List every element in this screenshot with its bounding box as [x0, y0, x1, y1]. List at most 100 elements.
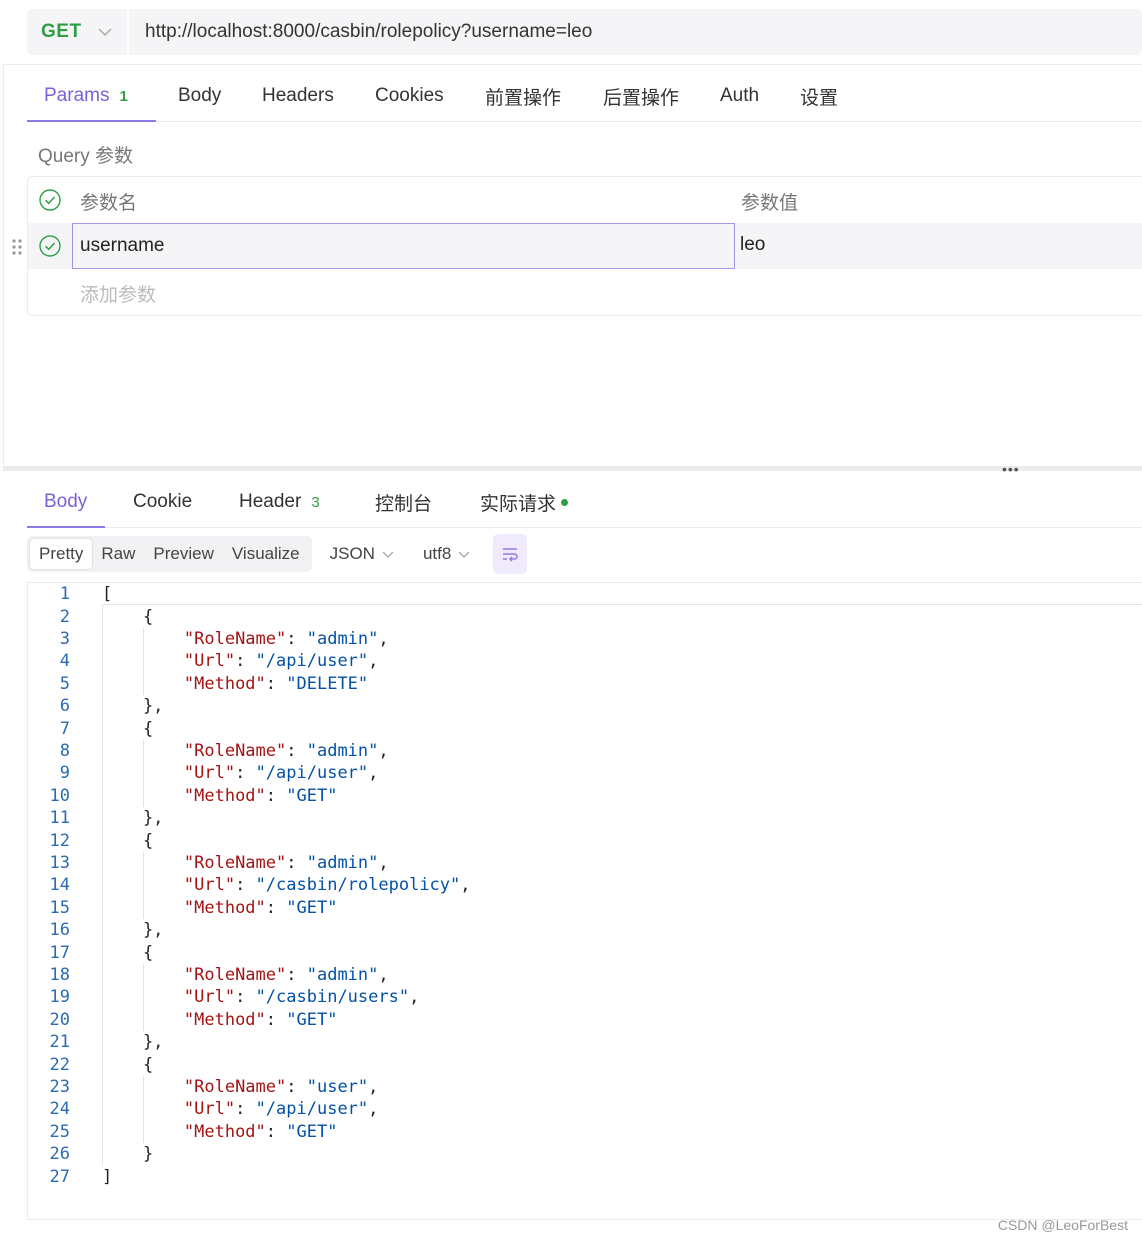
- line-number: 2: [59, 606, 70, 627]
- tab-label: Header: [239, 491, 302, 512]
- code-line: 6 },: [28, 695, 1142, 717]
- header-value: 参数值: [741, 193, 799, 214]
- code-text: "Url": "/casbin/users",: [183, 987, 420, 1008]
- line-number: 21: [49, 1032, 70, 1053]
- request-tabs: Params 1 Body Headers Cookies 前置操作 后置操作 …: [27, 70, 1142, 122]
- line-number: 7: [59, 718, 70, 739]
- view-visualize[interactable]: Visualize: [223, 539, 309, 569]
- url-bar: GET http://localhost:8000/casbin/rolepol…: [27, 9, 1142, 55]
- pane-resize-handle[interactable]: [3, 466, 1142, 471]
- tab-response-header[interactable]: Header 3: [239, 476, 320, 528]
- code-line: 21 },: [28, 1031, 1142, 1053]
- line-number: 22: [49, 1054, 70, 1075]
- code-text: [: [102, 584, 113, 605]
- url-input[interactable]: http://localhost:8000/casbin/rolepolicy?…: [129, 21, 592, 43]
- code-text: "RoleName": "admin",: [183, 740, 389, 761]
- code-line: 14 "Url": "/casbin/rolepolicy",: [28, 874, 1142, 896]
- code-text: },: [102, 920, 164, 941]
- format-select[interactable]: JSON: [330, 544, 395, 564]
- check-circle-icon[interactable]: [39, 189, 61, 211]
- code-line: 10 "Method": "GET": [28, 785, 1142, 807]
- header-name: 参数名: [80, 193, 138, 214]
- code-line: 1[: [28, 583, 1142, 605]
- line-number: 16: [49, 920, 70, 941]
- encoding-select[interactable]: utf8: [423, 544, 471, 564]
- param-value-input[interactable]: leo: [740, 234, 765, 256]
- line-number: 9: [59, 763, 70, 784]
- code-line: 17 {: [28, 941, 1142, 963]
- method-select[interactable]: GET: [27, 9, 129, 55]
- code-line: 24 "Url": "/api/user",: [28, 1098, 1142, 1120]
- add-param-input[interactable]: 添加参数: [80, 280, 156, 307]
- code-text: },: [102, 696, 164, 717]
- view-pretty[interactable]: Pretty: [30, 539, 93, 569]
- more-dots-icon[interactable]: •••: [1002, 461, 1020, 477]
- drag-handle-icon[interactable]: [10, 238, 24, 256]
- param-key-input[interactable]: username: [72, 223, 735, 269]
- table-header: 参数名 参数值: [28, 177, 1142, 223]
- code-line: 16 },: [28, 919, 1142, 941]
- code-text: "RoleName": "admin",: [183, 964, 389, 985]
- tab-pre-request[interactable]: 前置操作: [485, 70, 561, 122]
- line-number: 17: [49, 942, 70, 963]
- tab-body[interactable]: Body: [178, 70, 221, 122]
- tab-response-body[interactable]: Body: [44, 476, 87, 528]
- code-text: ]: [102, 1166, 113, 1187]
- tab-cookies[interactable]: Cookies: [375, 70, 444, 122]
- line-number: 23: [49, 1076, 70, 1097]
- response-body-viewer[interactable]: 1[2 {3 "RoleName": "admin", 4 "Url": "/ap…: [27, 582, 1142, 1220]
- code-line: 4 "Url": "/api/user",: [28, 650, 1142, 672]
- encoding-label: utf8: [422, 544, 452, 563]
- view-raw[interactable]: Raw: [92, 539, 144, 569]
- tab-settings[interactable]: 设置: [800, 70, 838, 122]
- tab-params[interactable]: Params 1: [44, 70, 128, 122]
- active-tab-indicator: [27, 526, 105, 528]
- code-text: "Method": "GET": [183, 785, 338, 806]
- tab-auth[interactable]: Auth: [720, 70, 759, 122]
- watermark: CSDN @LeoForBest: [997, 1217, 1128, 1233]
- line-number: 26: [49, 1144, 70, 1165]
- check-circle-icon[interactable]: [39, 235, 61, 257]
- code-line: 18 "RoleName": "admin",: [28, 964, 1142, 986]
- code-text: {: [102, 1054, 154, 1075]
- tab-headers[interactable]: Headers: [262, 70, 334, 122]
- code-line: 26 }: [28, 1143, 1142, 1165]
- tab-post-request[interactable]: 后置操作: [603, 70, 679, 122]
- indent-guide: [102, 605, 103, 1166]
- line-number: 19: [49, 987, 70, 1008]
- code-line: 7 {: [28, 717, 1142, 739]
- word-wrap-button[interactable]: [493, 534, 528, 574]
- code-text: {: [102, 718, 154, 739]
- line-number: 15: [49, 897, 70, 918]
- code-text: {: [102, 830, 154, 851]
- format-label: JSON: [329, 544, 375, 563]
- line-number: 8: [59, 740, 70, 761]
- code-line: 2 {: [28, 605, 1142, 627]
- param-key: username: [80, 235, 165, 256]
- code-text: "RoleName": "admin",: [183, 628, 389, 649]
- line-number: 6: [59, 696, 70, 717]
- count-badge: 3: [311, 493, 320, 511]
- line-number: 3: [59, 628, 70, 649]
- code-text: "RoleName": "admin",: [183, 852, 389, 873]
- code-line: 15 "Method": "GET": [28, 897, 1142, 919]
- tab-label: 实际请求: [480, 493, 557, 515]
- table-row: username leo: [28, 223, 1142, 269]
- code-text: "Url": "/casbin/rolepolicy",: [183, 875, 471, 896]
- line-number: 11: [49, 808, 70, 829]
- tab-response-cookie[interactable]: Cookie: [133, 476, 192, 528]
- view-preview[interactable]: Preview: [144, 539, 222, 569]
- code-line: 27]: [28, 1165, 1142, 1187]
- indent-guide: [142, 1075, 144, 1143]
- line-number: 25: [49, 1121, 70, 1142]
- active-tab-indicator: [27, 120, 156, 122]
- response-tabs: Body Cookie Header 3 控制台 实际请求: [27, 476, 1142, 528]
- indent-guide: [142, 627, 144, 695]
- code-line: 20 "Method": "GET": [28, 1009, 1142, 1031]
- code-line: 12 {: [28, 829, 1142, 851]
- method-label: GET: [41, 21, 82, 42]
- wrap-lines-icon: [503, 548, 519, 562]
- line-number: 24: [49, 1099, 70, 1120]
- tab-actual-request[interactable]: 实际请求: [480, 476, 569, 528]
- tab-console[interactable]: 控制台: [375, 476, 432, 528]
